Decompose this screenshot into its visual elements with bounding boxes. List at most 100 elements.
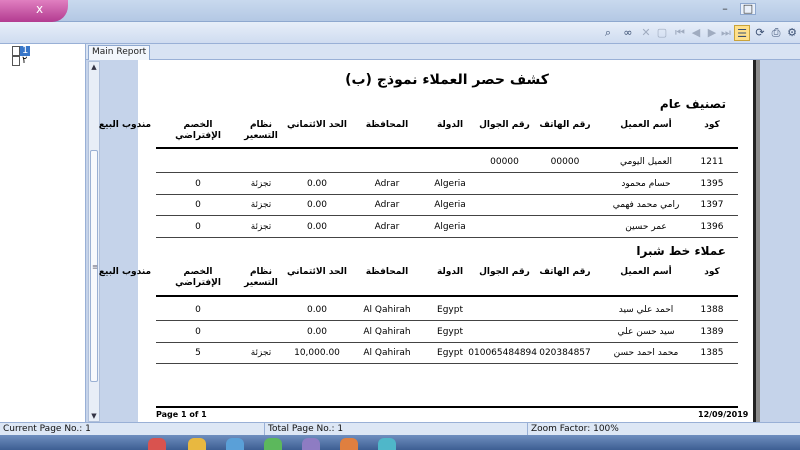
table-cell-customer-name: محمد احمد حسن <box>613 348 679 358</box>
table-cell-customer-name: رامي محمد فهمي <box>612 200 680 210</box>
table-cell-credit-limit: 0.00 <box>306 221 328 232</box>
tree-toggle-icon[interactable]: ☰ <box>734 25 750 41</box>
table-cell-customer-name: العميل اليومي <box>619 157 673 167</box>
table-cell-credit-limit: 10,000.00 <box>294 348 340 358</box>
table-cell-customer-name: سيد حسن علي <box>617 326 675 337</box>
app-orb-glyph: x <box>36 2 44 16</box>
column-header-pricing-system: نظام التسعير <box>244 267 278 288</box>
column-header-sales-rep: مندوب البيع <box>98 120 152 130</box>
prev-page-icon[interactable]: ◀ <box>688 25 704 41</box>
row-rule <box>156 320 738 321</box>
maximize-button[interactable]: □ <box>740 3 756 15</box>
table-cell-governorate: Al Qahirah <box>363 326 411 337</box>
column-header-code: كود <box>704 267 720 277</box>
table-cell-code: 1395 <box>700 178 724 189</box>
print-icon[interactable]: ⎙ <box>768 25 784 41</box>
table-cell-pricing-system: تجزئة <box>250 200 272 210</box>
page-setup-icon[interactable]: ⚙ <box>784 25 800 41</box>
find-icon[interactable]: ⌕ <box>600 25 616 41</box>
footer-date: 12/09/2019 <box>698 410 749 419</box>
tab-main-report[interactable]: Main Report <box>88 45 151 60</box>
table-cell-country: Algeria <box>434 178 466 189</box>
table-cell-customer-name: احمد علي سيد <box>618 305 674 315</box>
column-header-credit-limit: الحد الائتماني <box>286 120 348 130</box>
last-page-icon[interactable]: ⏭ <box>718 25 734 41</box>
table-cell-code: 1397 <box>700 200 724 210</box>
column-header-code: كود <box>704 120 720 130</box>
table-cell-credit-limit: 0.00 <box>306 326 328 337</box>
scroll-thumb[interactable]: ≡ <box>90 150 98 382</box>
stop-icon[interactable]: ✕ <box>638 25 654 41</box>
column-header-phone: رقم الهاتف <box>539 120 591 130</box>
row-rule <box>156 215 738 216</box>
table-cell-governorate: Al Qahirah <box>363 348 411 358</box>
section-title: عملاء خط شبرا <box>636 244 726 258</box>
column-header-customer-name: أسم العميل <box>620 120 672 130</box>
table-cell-phone: 020384857 <box>539 348 591 358</box>
column-header-mobile: رقم الجوال <box>479 267 530 277</box>
table-cell-phone: 00000 <box>550 157 580 167</box>
scroll-down-icon[interactable]: ▼ <box>89 411 99 421</box>
table-cell-country: Egypt <box>437 348 463 358</box>
binoculars-icon[interactable]: ∞ <box>620 25 636 41</box>
os-taskbar <box>0 435 800 450</box>
column-header-governorate: المحافظة <box>365 120 409 130</box>
viewer-toolbar: ⌕ ∞ ✕ ▢ ⏮ ◀ ▶ ⏭ ☰ ⟳ ⎙ ⚙ <box>0 22 800 44</box>
table-cell-code: 1388 <box>700 305 724 315</box>
table-cell-pricing-system: تجزئة <box>250 348 272 358</box>
tree-node-2[interactable]: ٢ <box>6 56 29 68</box>
row-rule <box>156 363 738 364</box>
column-header-default-discount: الخصم الإفتراضي <box>175 267 221 288</box>
first-page-icon[interactable]: ⏮ <box>672 25 688 41</box>
table-cell-default-discount: 0 <box>195 221 201 232</box>
taskbar-app-icon[interactable] <box>302 438 320 450</box>
column-header-default-discount: الخصم الإفتراضي <box>175 120 221 141</box>
export-icon[interactable]: ▢ <box>654 25 670 41</box>
tab-strip: Main Report <box>86 44 800 60</box>
table-cell-mobile: 00000 <box>490 157 519 167</box>
table-cell-default-discount: 0 <box>195 326 201 337</box>
refresh-icon[interactable]: ⟳ <box>752 25 768 41</box>
column-header-mobile: رقم الجوال <box>479 120 530 130</box>
vertical-scrollbar[interactable]: ▲ ≡ ▼ <box>88 61 100 422</box>
taskbar-app-icon[interactable] <box>340 438 358 450</box>
table-cell-credit-limit: 0.00 <box>306 200 328 210</box>
title-bar: x – □ <box>0 0 800 22</box>
row-rule <box>156 193 738 195</box>
taskbar-app-icon[interactable] <box>378 438 396 450</box>
footer-rule <box>156 406 738 408</box>
column-header-governorate: المحافظة <box>365 267 409 277</box>
taskbar-app-icon[interactable] <box>148 438 166 450</box>
table-cell-code: 1389 <box>700 326 724 337</box>
table-cell-pricing-system: تجزئة <box>250 221 272 232</box>
scroll-up-icon[interactable]: ▲ <box>89 62 99 72</box>
table-cell-customer-name: عمر حسين <box>625 221 667 232</box>
report-viewer: Main Report ▲ ≡ ▼ كشف حصر العملاء نموذج … <box>86 44 800 422</box>
header-rule <box>156 295 738 297</box>
document-icon <box>12 46 20 56</box>
footer-page-info: Page 1 of 1 <box>156 410 207 419</box>
taskbar-app-icon[interactable] <box>264 438 282 450</box>
row-rule <box>156 236 738 238</box>
table-cell-code: 1385 <box>700 348 724 358</box>
table-cell-credit-limit: 0.00 <box>306 178 328 189</box>
table-cell-governorate: Adrar <box>374 200 400 210</box>
table-cell-code: 1396 <box>700 221 724 232</box>
column-header-phone: رقم الهاتف <box>539 267 591 277</box>
table-cell-country: Algeria <box>434 200 466 210</box>
app-orb-button[interactable]: x <box>0 0 68 22</box>
taskbar-app-icon[interactable] <box>188 438 206 450</box>
table-cell-credit-limit: 0.00 <box>306 305 328 315</box>
table-cell-pricing-system: تجزئة <box>250 178 272 189</box>
column-header-sales-rep: مندوب البيع <box>98 267 152 277</box>
table-cell-default-discount: 5 <box>195 348 201 358</box>
table-cell-default-discount: 0 <box>195 178 201 189</box>
column-header-customer-name: أسم العميل <box>620 267 672 277</box>
taskbar-app-icon[interactable] <box>226 438 244 450</box>
column-header-credit-limit: الحد الائتماني <box>286 267 348 277</box>
table-cell-default-discount: 0 <box>195 305 201 315</box>
table-cell-default-discount: 0 <box>195 200 201 210</box>
minimize-button[interactable]: – <box>716 0 734 18</box>
table-cell-country: Egypt <box>437 305 463 315</box>
column-header-country: الدولة <box>436 267 464 277</box>
